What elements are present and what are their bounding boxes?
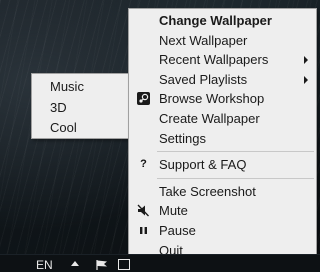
question-mark-icon: ?	[140, 158, 147, 171]
action-center-flag-icon[interactable]	[96, 259, 108, 270]
menu-item-label: Create Wallpaper	[159, 110, 260, 126]
playlist-label: 3D	[50, 99, 67, 115]
language-indicator[interactable]: EN	[36, 258, 53, 272]
menu-item-label: Mute	[159, 203, 188, 219]
menu-item-support-faq[interactable]: ? Support & FAQ	[129, 155, 316, 175]
menu-item-take-screenshot[interactable]: Take Screenshot	[129, 182, 316, 202]
playlist-item-cool[interactable]: Cool	[32, 118, 129, 139]
menu-item-label: Recent Wallpapers	[159, 52, 269, 68]
menu-item-label: Pause	[159, 222, 196, 238]
playlist-label: Cool	[50, 120, 77, 135]
wallpaper-context-menu: Change Wallpaper Next Wallpaper Recent W…	[128, 8, 317, 266]
menu-item-label: Change Wallpaper	[159, 13, 272, 28]
menu-item-browse-workshop[interactable]: Browse Workshop	[129, 89, 316, 109]
menu-item-next-wallpaper[interactable]: Next Wallpaper	[129, 31, 316, 51]
show-hidden-icons-chevron-icon[interactable]	[71, 261, 79, 266]
pause-icon	[137, 224, 150, 237]
submenu-arrow-icon	[304, 56, 308, 65]
menu-item-label: Settings	[159, 130, 206, 146]
menu-item-saved-playlists[interactable]: Saved Playlists	[129, 70, 316, 90]
steam-icon	[137, 92, 150, 106]
playlist-item-3d[interactable]: 3D	[32, 98, 129, 119]
saved-playlists-submenu: Music 3D Cool	[31, 73, 130, 139]
menu-item-label: Support & FAQ	[159, 157, 247, 173]
menu-item-change-wallpaper[interactable]: Change Wallpaper	[129, 11, 316, 31]
speaker-muted-icon	[137, 204, 150, 217]
playlist-label: Music	[50, 79, 84, 94]
menu-item-settings[interactable]: Settings	[129, 129, 316, 149]
playlist-item-music[interactable]: Music	[32, 77, 129, 98]
menu-item-recent-wallpapers[interactable]: Recent Wallpapers	[129, 50, 316, 70]
submenu-arrow-icon	[304, 75, 308, 84]
menu-separator	[157, 177, 314, 179]
menu-item-label: Next Wallpaper	[159, 32, 248, 48]
menu-item-label: Saved Playlists	[159, 71, 248, 87]
menu-item-pause[interactable]: Pause	[129, 221, 316, 241]
menu-separator	[157, 151, 314, 153]
menu-item-mute[interactable]: Mute	[129, 201, 316, 221]
network-icon[interactable]	[118, 259, 130, 270]
menu-item-create-wallpaper[interactable]: Create Wallpaper	[129, 109, 316, 129]
menu-item-label: Take Screenshot	[159, 183, 256, 199]
taskbar: EN	[0, 254, 320, 272]
menu-item-label: Browse Workshop	[159, 91, 265, 107]
